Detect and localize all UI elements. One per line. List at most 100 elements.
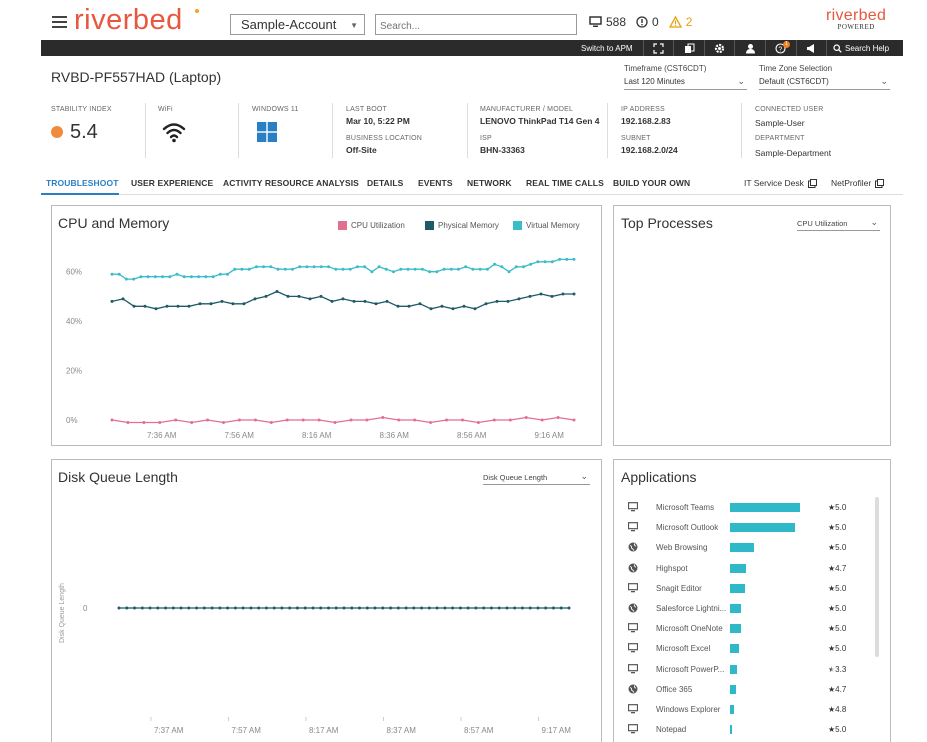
warning-count-status[interactable]: 2 bbox=[668, 15, 692, 29]
data-point bbox=[539, 292, 543, 296]
tab-troubleshoot[interactable]: TROUBLESHOOT bbox=[46, 178, 119, 188]
data-point bbox=[165, 304, 169, 308]
data-point bbox=[156, 606, 160, 610]
data-point bbox=[283, 267, 287, 271]
data-point bbox=[435, 270, 439, 274]
data-point bbox=[257, 606, 261, 610]
application-row[interactable]: Microsoft PowerP... ★3.3 bbox=[618, 659, 874, 679]
timeframe-select[interactable]: Last 120 Minutes ⌄ bbox=[624, 76, 747, 90]
data-point bbox=[443, 606, 447, 610]
data-point bbox=[522, 265, 525, 269]
data-point bbox=[350, 606, 354, 610]
application-score-value: 5.0 bbox=[835, 644, 847, 654]
toolbar-divider bbox=[673, 40, 674, 56]
netprofiler-link[interactable]: NetProfiler bbox=[831, 178, 885, 188]
application-row[interactable]: Office 365 ★4.7 bbox=[618, 679, 874, 699]
data-point bbox=[507, 270, 511, 274]
tab-user-experience[interactable]: USER EXPERIENCE bbox=[131, 178, 213, 188]
account-select[interactable]: Sample-Account ▼ bbox=[230, 14, 365, 35]
application-row[interactable]: Microsoft Excel ★5.0 bbox=[618, 638, 874, 658]
tab-details[interactable]: DETAILS bbox=[367, 178, 403, 188]
search-help-button[interactable]: Search Help bbox=[833, 42, 889, 54]
application-row[interactable]: Snagit Editor ★5.0 bbox=[618, 578, 874, 598]
data-point bbox=[211, 275, 215, 279]
data-point bbox=[381, 606, 385, 610]
tab-activity-resource-analysis[interactable]: ACTIVITY RESOURCE ANALYSIS bbox=[223, 178, 359, 188]
tab-events[interactable]: EVENTS bbox=[418, 178, 453, 188]
tab-network[interactable]: NETWORK bbox=[467, 178, 512, 188]
application-name: Highspot bbox=[656, 563, 688, 573]
top-processes-metric-select[interactable]: CPU Utilization ⌄ bbox=[797, 217, 880, 231]
disk-queue-chart[interactable]: Disk Queue Length 0 7:37 AM 7:57 AM 8:17 AM 8… bbox=[52, 495, 601, 742]
data-point bbox=[342, 606, 346, 610]
top-processes-metric-value: CPU Utilization bbox=[797, 219, 848, 228]
data-point bbox=[264, 294, 268, 298]
data-point bbox=[451, 606, 455, 610]
data-point bbox=[552, 606, 555, 610]
application-row[interactable]: Microsoft OneNote ★5.0 bbox=[618, 618, 874, 638]
data-point bbox=[143, 304, 147, 308]
cpu-memory-chart[interactable]: 0% 20% 40% 60% 7:36 AM 7:56 AM 8:16 AM 8:36 AM 8… bbox=[52, 240, 601, 445]
info-count-status[interactable]: 0 bbox=[636, 15, 659, 29]
switch-to-apm-button[interactable]: Switch to APM bbox=[581, 42, 633, 54]
data-point bbox=[524, 416, 528, 419]
data-point bbox=[572, 257, 576, 261]
help-notification-icon[interactable]: ? 1 bbox=[775, 41, 790, 54]
data-point bbox=[428, 270, 432, 274]
status-group: 588 0 2 bbox=[589, 15, 702, 29]
tab-build-your-own[interactable]: BUILD YOUR OWN bbox=[613, 178, 690, 188]
legend-cpu[interactable]: CPU Utilization bbox=[338, 221, 405, 230]
application-score-value: 5.0 bbox=[835, 503, 847, 512]
application-row[interactable]: Notepad ★5.0 bbox=[618, 719, 874, 739]
notification-badge: 1 bbox=[783, 41, 790, 48]
data-point bbox=[392, 270, 395, 274]
fullscreen-icon[interactable] bbox=[653, 42, 664, 54]
application-score-value: 4.7 bbox=[835, 684, 847, 694]
megaphone-icon[interactable] bbox=[806, 42, 817, 54]
data-point bbox=[110, 299, 114, 303]
data-point bbox=[413, 267, 417, 271]
application-row[interactable]: Microsoft Outlook ★5.0 bbox=[618, 517, 874, 537]
data-point bbox=[333, 421, 337, 424]
tab-real-time-calls[interactable]: REAL TIME CALLS bbox=[526, 178, 604, 188]
user-icon[interactable] bbox=[745, 42, 756, 54]
application-usage-bar bbox=[730, 543, 754, 553]
it-service-desk-link[interactable]: IT Service Desk bbox=[744, 178, 817, 188]
warning-triangle-icon bbox=[668, 16, 682, 28]
application-row[interactable]: Web Browsing ★5.0 bbox=[618, 537, 874, 557]
data-point bbox=[429, 307, 433, 311]
hamburger-menu-icon[interactable] bbox=[52, 16, 67, 28]
data-point bbox=[297, 294, 301, 298]
disk-queue-metric-select[interactable]: Disk Queue Length ⌄ bbox=[483, 471, 590, 485]
timezone-select[interactable]: Default (CST6CDT) ⌄ bbox=[759, 76, 890, 90]
data-point bbox=[187, 304, 191, 308]
application-usage-bar bbox=[730, 563, 747, 573]
department-label: DEPARTMENT bbox=[755, 135, 805, 142]
application-row[interactable]: Microsoft Teams ★5.0 bbox=[618, 497, 874, 517]
x-tick-label: 8:16 AM bbox=[302, 431, 332, 440]
application-row[interactable]: Windows Explorer ★4.8 bbox=[618, 699, 874, 719]
data-point bbox=[253, 297, 257, 301]
application-row[interactable]: Highspot ★4.7 bbox=[618, 558, 874, 578]
data-point bbox=[176, 304, 180, 308]
applications-scrollbar[interactable] bbox=[875, 497, 879, 657]
legend-physical-memory[interactable]: Physical Memory bbox=[425, 221, 499, 230]
application-row[interactable]: Salesforce Lightni... ★5.0 bbox=[618, 598, 874, 618]
data-point bbox=[110, 418, 114, 422]
data-point bbox=[341, 297, 345, 301]
data-point bbox=[121, 297, 125, 301]
data-point bbox=[182, 275, 186, 279]
data-point bbox=[365, 606, 369, 610]
data-point bbox=[482, 606, 486, 610]
legend-virtual-memory[interactable]: Virtual Memory bbox=[513, 221, 580, 230]
copy-page-icon[interactable] bbox=[684, 42, 695, 54]
search-input[interactable] bbox=[375, 14, 577, 35]
legend-label-cpu: CPU Utilization bbox=[351, 221, 405, 230]
account-select-value: Sample-Account bbox=[241, 17, 337, 32]
data-point bbox=[556, 416, 560, 419]
search-icon bbox=[833, 43, 842, 53]
device-count-status[interactable]: 588 bbox=[589, 15, 626, 29]
gear-icon[interactable] bbox=[714, 42, 725, 54]
application-name: Snagit Editor bbox=[656, 583, 702, 593]
svg-text:?: ? bbox=[778, 46, 782, 53]
